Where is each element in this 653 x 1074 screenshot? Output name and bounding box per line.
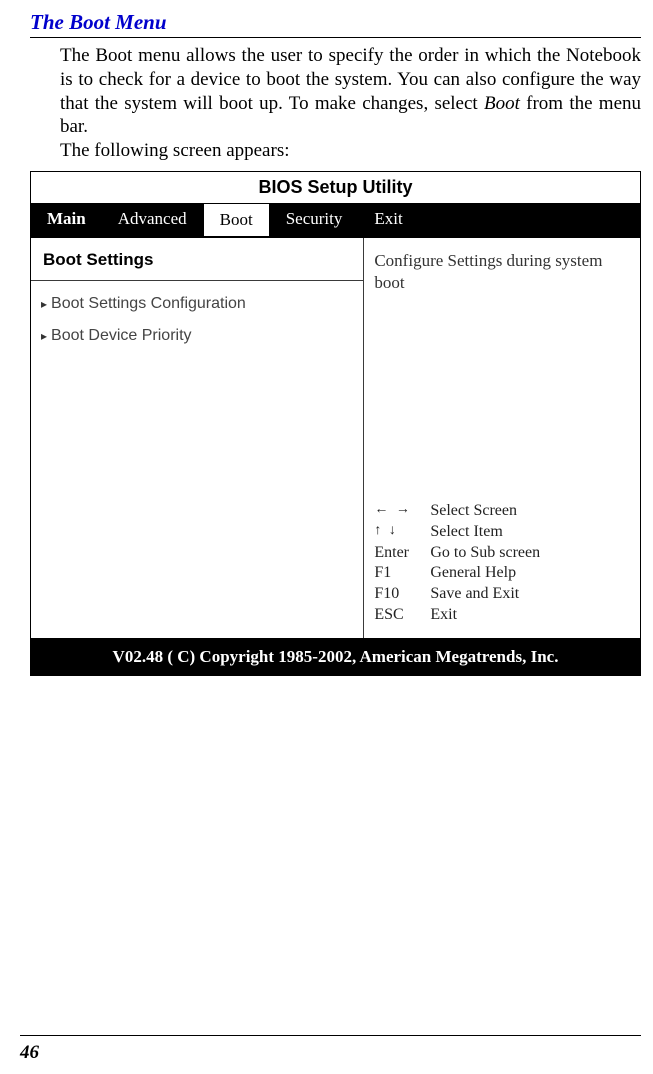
left-right-arrows-icon: ← → [374, 501, 430, 522]
bios-content: Boot Settings Boot Settings Configuratio… [31, 237, 640, 638]
tab-security[interactable]: Security [270, 203, 359, 237]
tab-exit[interactable]: Exit [358, 203, 418, 237]
bios-title: BIOS Setup Utility [31, 172, 640, 203]
general-help-label: General Help [430, 563, 516, 584]
tab-main[interactable]: Main [31, 203, 102, 237]
help-text: Configure Settings during system boot [374, 250, 630, 294]
body-paragraph-2: The following screen appears: [30, 139, 641, 163]
bios-footer: V02.48 ( C) Copyright 1985-2002, America… [31, 638, 640, 675]
f1-key: F1 [374, 563, 430, 584]
boot-italic: Boot [484, 93, 520, 114]
select-screen-label: Select Screen [430, 501, 517, 522]
menu-item-boot-settings-config[interactable]: Boot Settings Configuration [31, 281, 363, 313]
menu-item-boot-device-priority[interactable]: Boot Device Priority [31, 313, 363, 345]
bios-screenshot: BIOS Setup Utility Main Advanced Boot Se… [30, 171, 641, 676]
page-number: 46 [20, 1042, 39, 1064]
sub-screen-label: Go to Sub screen [430, 543, 540, 564]
section-title: The Boot Menu [30, 10, 641, 38]
bios-tab-bar: Main Advanced Boot Security Exit [31, 203, 640, 237]
tab-boot[interactable]: Boot [203, 203, 270, 237]
body-paragraph: The Boot menu allows the user to specify… [30, 44, 641, 139]
up-down-arrows-icon: ↑ ↓ [374, 522, 430, 543]
bios-right-panel: Configure Settings during system boot ← … [364, 238, 640, 638]
esc-key: ESC [374, 605, 430, 626]
panel-header: Boot Settings [31, 238, 363, 281]
page-rule [20, 1035, 641, 1036]
save-exit-label: Save and Exit [430, 584, 519, 605]
bios-left-panel: Boot Settings Boot Settings Configuratio… [31, 238, 364, 638]
enter-key: Enter [374, 543, 430, 564]
f10-key: F10 [374, 584, 430, 605]
exit-label: Exit [430, 605, 457, 626]
key-hints: ← → Select Screen ↑ ↓ Select Item Enter … [374, 501, 630, 626]
tab-advanced[interactable]: Advanced [102, 203, 203, 237]
select-item-label: Select Item [430, 522, 502, 543]
